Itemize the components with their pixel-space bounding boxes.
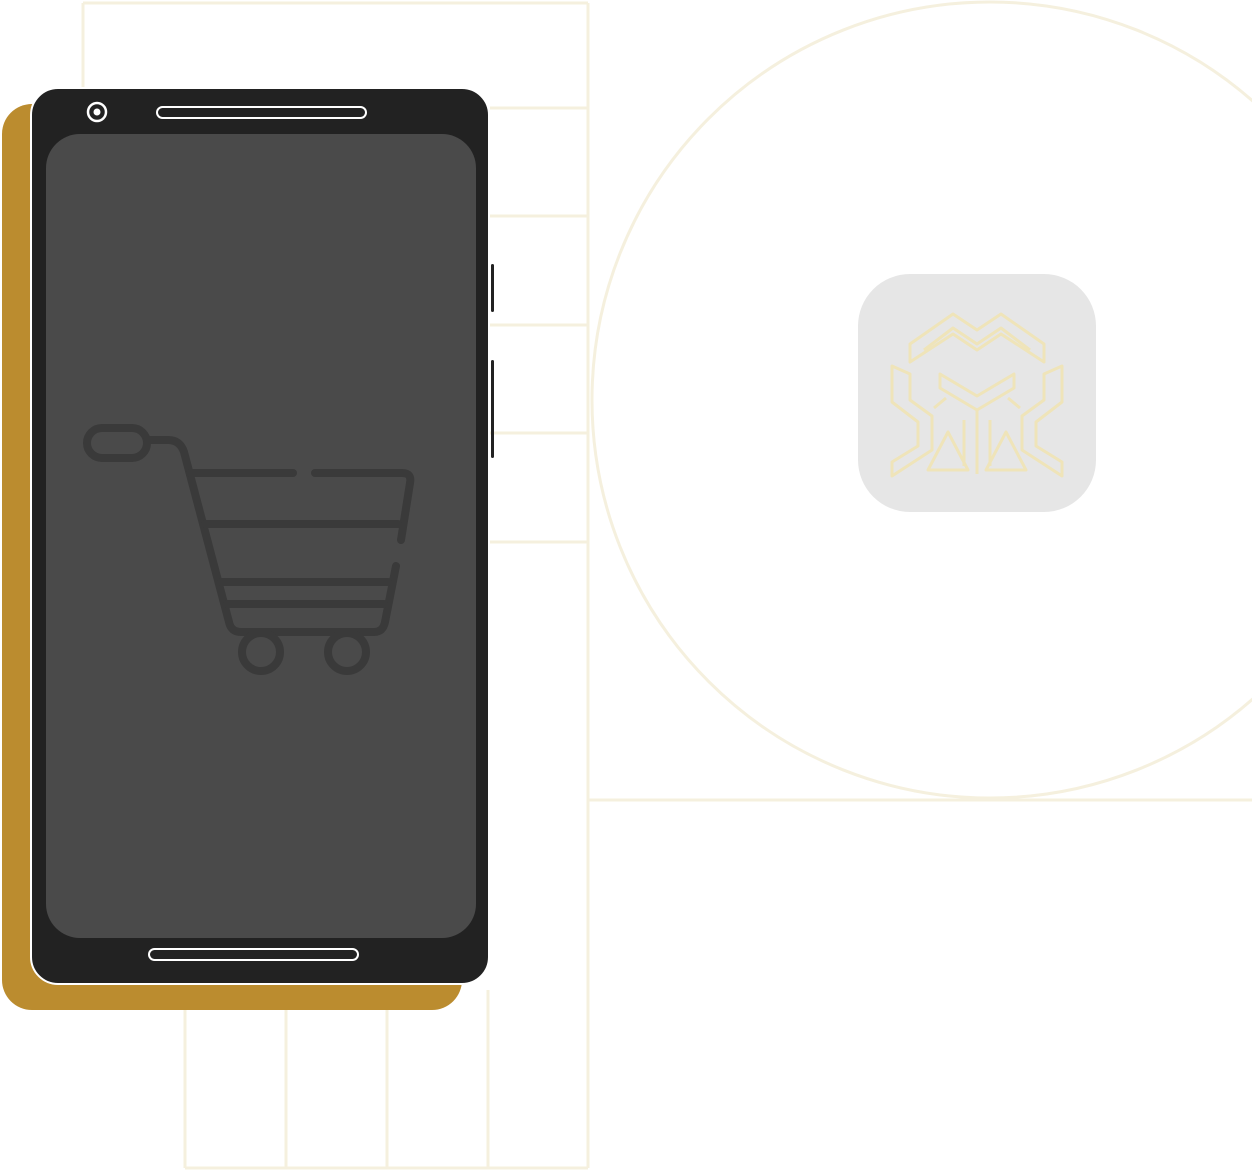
phone-power-button [491, 264, 494, 312]
impossible-cube-logo [890, 312, 1064, 478]
illustration-canvas [0, 0, 1252, 1172]
phone-volume-button [491, 360, 494, 458]
phone-bottom-speaker [148, 948, 359, 961]
shopping-cart-icon [83, 424, 415, 675]
phone-top-speaker [156, 106, 367, 119]
camera-icon [86, 101, 108, 123]
